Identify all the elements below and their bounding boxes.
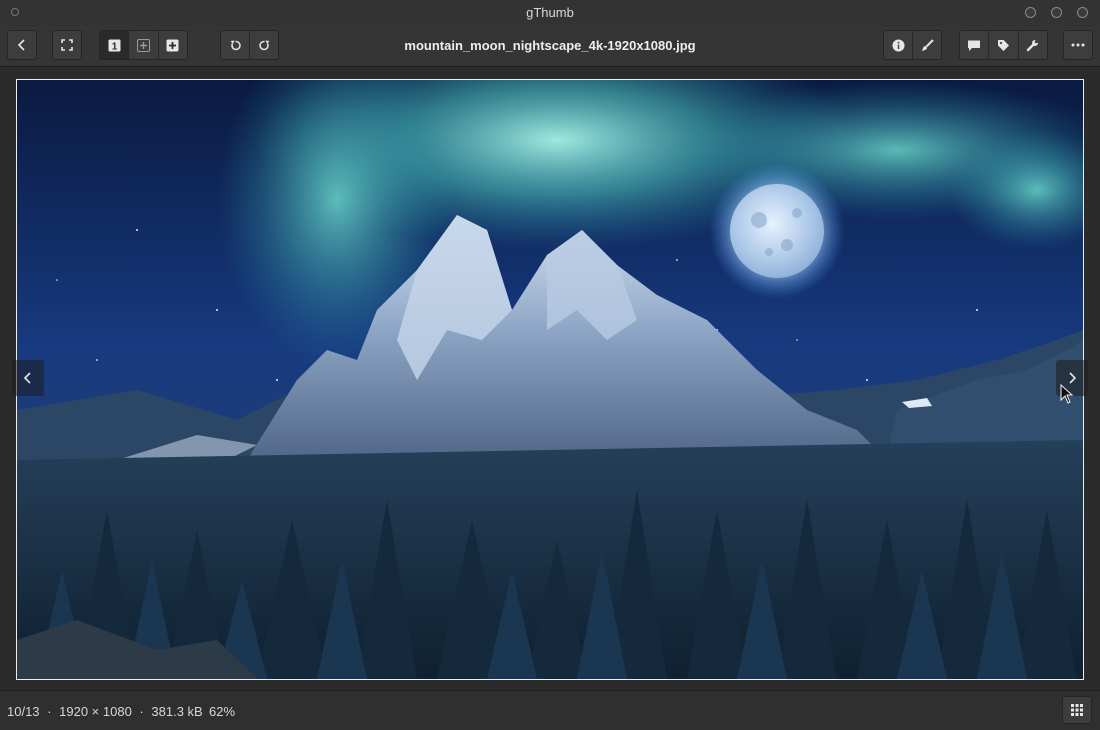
- file-size: 381.3 kB: [151, 704, 203, 719]
- brush-icon: [921, 38, 934, 51]
- more-icon: [1071, 43, 1085, 47]
- chevron-right-icon: [1069, 372, 1077, 384]
- fullscreen-button[interactable]: [52, 30, 82, 60]
- image-viewer[interactable]: [0, 67, 1100, 690]
- image-info: 10/13 · 1920 × 1080 · 381.3 kB: [7, 704, 203, 719]
- zoom-fill-icon: [166, 39, 179, 51]
- main-menu-button[interactable]: [1063, 30, 1093, 60]
- edit-button[interactable]: [913, 31, 941, 59]
- properties-button[interactable]: [884, 31, 913, 59]
- comment-button[interactable]: [960, 31, 990, 59]
- comment-icon: [968, 40, 981, 51]
- minimize-button[interactable]: [1025, 7, 1036, 18]
- info-icon: [892, 39, 904, 51]
- wrench-icon: [1027, 39, 1039, 51]
- back-arrow-icon: [17, 39, 25, 51]
- tag-icon: [997, 39, 1009, 51]
- tools-button[interactable]: [1018, 31, 1047, 59]
- zoom-actual-size-button[interactable]: 1: [100, 31, 130, 59]
- rotate-left-icon: [230, 40, 241, 50]
- zoom-level[interactable]: 62%: [209, 704, 235, 719]
- photo: [17, 80, 1083, 679]
- header-toolbar: 1 mountain_moon_nightscape_4k-1920x1080.…: [0, 26, 1100, 67]
- svg-text:1: 1: [111, 41, 117, 52]
- zoom-fit-icon: [136, 38, 150, 52]
- grid-icon: [1071, 704, 1083, 716]
- status-bar: 10/13 · 1920 × 1080 · 381.3 kB 62%: [0, 690, 1100, 730]
- maximize-button[interactable]: [1051, 7, 1062, 18]
- rotate-right-icon: [258, 40, 269, 50]
- separator: ·: [47, 704, 52, 719]
- previous-image-button[interactable]: [12, 360, 44, 396]
- rotate-right-button[interactable]: [250, 31, 278, 59]
- thumbnail-grid-button[interactable]: [1062, 696, 1092, 724]
- fullscreen-icon: [61, 39, 73, 51]
- rotate-button-group: [220, 30, 279, 60]
- image-position: 10/13: [7, 704, 40, 719]
- title-bar: gThumb: [0, 0, 1100, 26]
- chevron-left-icon: [23, 372, 31, 384]
- zoom-1-1-icon: 1: [108, 39, 121, 52]
- zoom-button-group: 1: [99, 30, 188, 60]
- rotate-left-button[interactable]: [221, 31, 250, 59]
- displayed-image[interactable]: [16, 79, 1084, 680]
- file-name: mountain_moon_nightscape_4k-1920x1080.jp…: [404, 38, 696, 53]
- tools-button-group: [959, 30, 1048, 60]
- separator: ·: [139, 704, 144, 719]
- close-button[interactable]: [1077, 7, 1088, 18]
- zoom-fit-button[interactable]: [129, 31, 159, 59]
- mouse-pointer-icon: [1060, 383, 1074, 409]
- image-dimensions: 1920 × 1080: [59, 704, 132, 719]
- zoom-fill-button[interactable]: [158, 31, 187, 59]
- back-button[interactable]: [7, 30, 37, 60]
- window-title: gThumb: [526, 5, 574, 20]
- tags-button[interactable]: [989, 31, 1019, 59]
- properties-button-group: [883, 30, 942, 60]
